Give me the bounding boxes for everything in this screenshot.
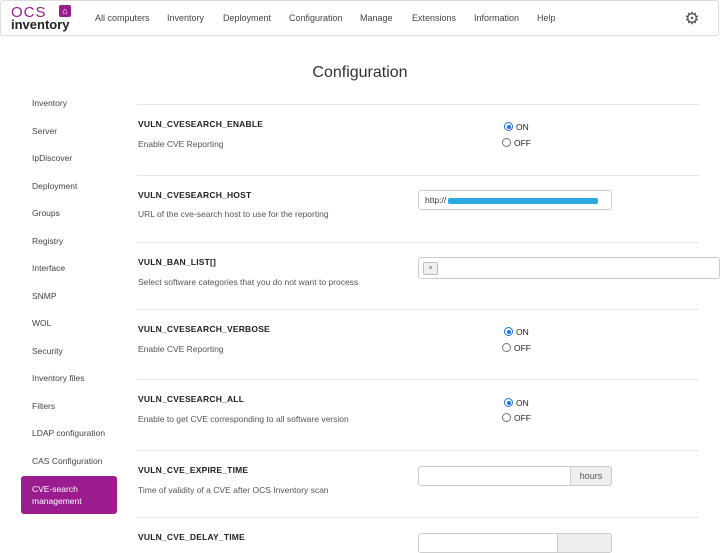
sidebar-item-interface[interactable]: Interface [32,263,65,273]
nav-all-computers[interactable]: All computers [95,13,150,23]
clear-selection-icon[interactable]: × [423,262,438,275]
radio-all-off[interactable] [502,413,511,422]
radio-label-off: OFF [514,138,531,148]
radio-enable-off[interactable] [502,138,511,147]
divider [137,175,699,176]
setting-key-delay: VULN_CVE_DELAY_TIME [138,532,245,542]
sidebar-item-registry[interactable]: Registry [32,236,63,246]
sidebar-item-cve-line2: management [32,496,82,506]
setting-desc-verbose: Enable CVE Reporting [138,344,224,354]
radio-all-on[interactable] [504,398,513,407]
nav-extensions[interactable]: Extensions [412,13,456,23]
radio-verbose-on[interactable] [504,327,513,336]
divider [137,450,699,451]
sidebar-item-security[interactable]: Security [32,346,63,356]
setting-key-all: VULN_CVESEARCH_ALL [138,394,245,404]
nav-deployment[interactable]: Deployment [223,13,271,23]
redacted-url [448,197,599,204]
sidebar-item-ipdiscover[interactable]: IpDiscover [32,153,72,163]
expire-time-input[interactable] [418,466,571,486]
setting-desc-ban: Select software categories that you do n… [138,277,359,287]
divider [137,104,699,105]
nav-inventory[interactable]: Inventory [167,13,204,23]
sidebar-item-inventory[interactable]: Inventory [32,98,67,108]
sidebar-item-wol[interactable]: WOL [32,318,51,328]
ban-list-select[interactable] [418,257,720,279]
radio-label-on: ON [516,122,529,132]
setting-key-verbose: VULN_CVESEARCH_VERBOSE [138,324,270,334]
nav-manage[interactable]: Manage [360,13,393,23]
delay-time-input[interactable] [418,533,558,553]
hours-addon: hours [571,466,612,486]
host-url-prefix: http:// [425,195,447,205]
divider [137,517,699,518]
sidebar-item-cve-line1: CVE-search [32,484,78,494]
divider [137,309,699,310]
setting-desc-enable: Enable CVE Reporting [138,139,224,149]
radio-label-on: ON [516,327,529,337]
divider [137,379,699,380]
setting-desc-all: Enable to get CVE corresponding to all s… [138,414,349,424]
nav-information[interactable]: Information [474,13,519,23]
sidebar-item-ldap[interactable]: LDAP configuration [32,428,105,438]
radio-label-on: ON [516,398,529,408]
nav-configuration[interactable]: Configuration [289,13,343,23]
sidebar-item-server[interactable]: Server [32,126,57,136]
sidebar-item-groups[interactable]: Groups [32,208,60,218]
radio-label-off: OFF [514,343,531,353]
logo-text-bottom: inventory [11,17,70,32]
page-title: Configuration [312,64,408,81]
setting-key-enable: VULN_CVESEARCH_ENABLE [138,119,264,129]
gear-icon[interactable]: ⚙ [683,10,701,28]
sidebar-item-deployment[interactable]: Deployment [32,181,77,191]
setting-key-ban: VULN_BAN_LIST[] [138,257,217,267]
host-url-input[interactable]: http:// [418,190,612,210]
setting-key-expire: VULN_CVE_EXPIRE_TIME [138,465,249,475]
setting-key-host: VULN_CVESEARCH_HOST [138,190,252,200]
logo-box-icon: ⌂ [59,5,71,17]
sidebar-item-inventory-files[interactable]: Inventory files [32,373,84,383]
sidebar-item-cas[interactable]: CAS Configuration [32,456,102,466]
delay-unit-addon [558,533,612,553]
radio-enable-on[interactable] [504,122,513,131]
radio-label-off: OFF [514,413,531,423]
radio-verbose-off[interactable] [502,343,511,352]
sidebar-item-cve-search[interactable]: CVE-search management [21,476,117,514]
divider [137,242,699,243]
setting-desc-expire: Time of validity of a CVE after OCS Inve… [138,485,329,495]
ocs-logo[interactable]: OCS ⌂ inventory [11,4,77,34]
nav-help[interactable]: Help [537,13,556,23]
setting-desc-host: URL of the cve-search host to use for th… [138,209,329,219]
sidebar-item-snmp[interactable]: SNMP [32,291,57,301]
sidebar-item-filters[interactable]: Filters [32,401,55,411]
top-navbar: OCS ⌂ inventory All computers Inventory … [0,0,719,36]
